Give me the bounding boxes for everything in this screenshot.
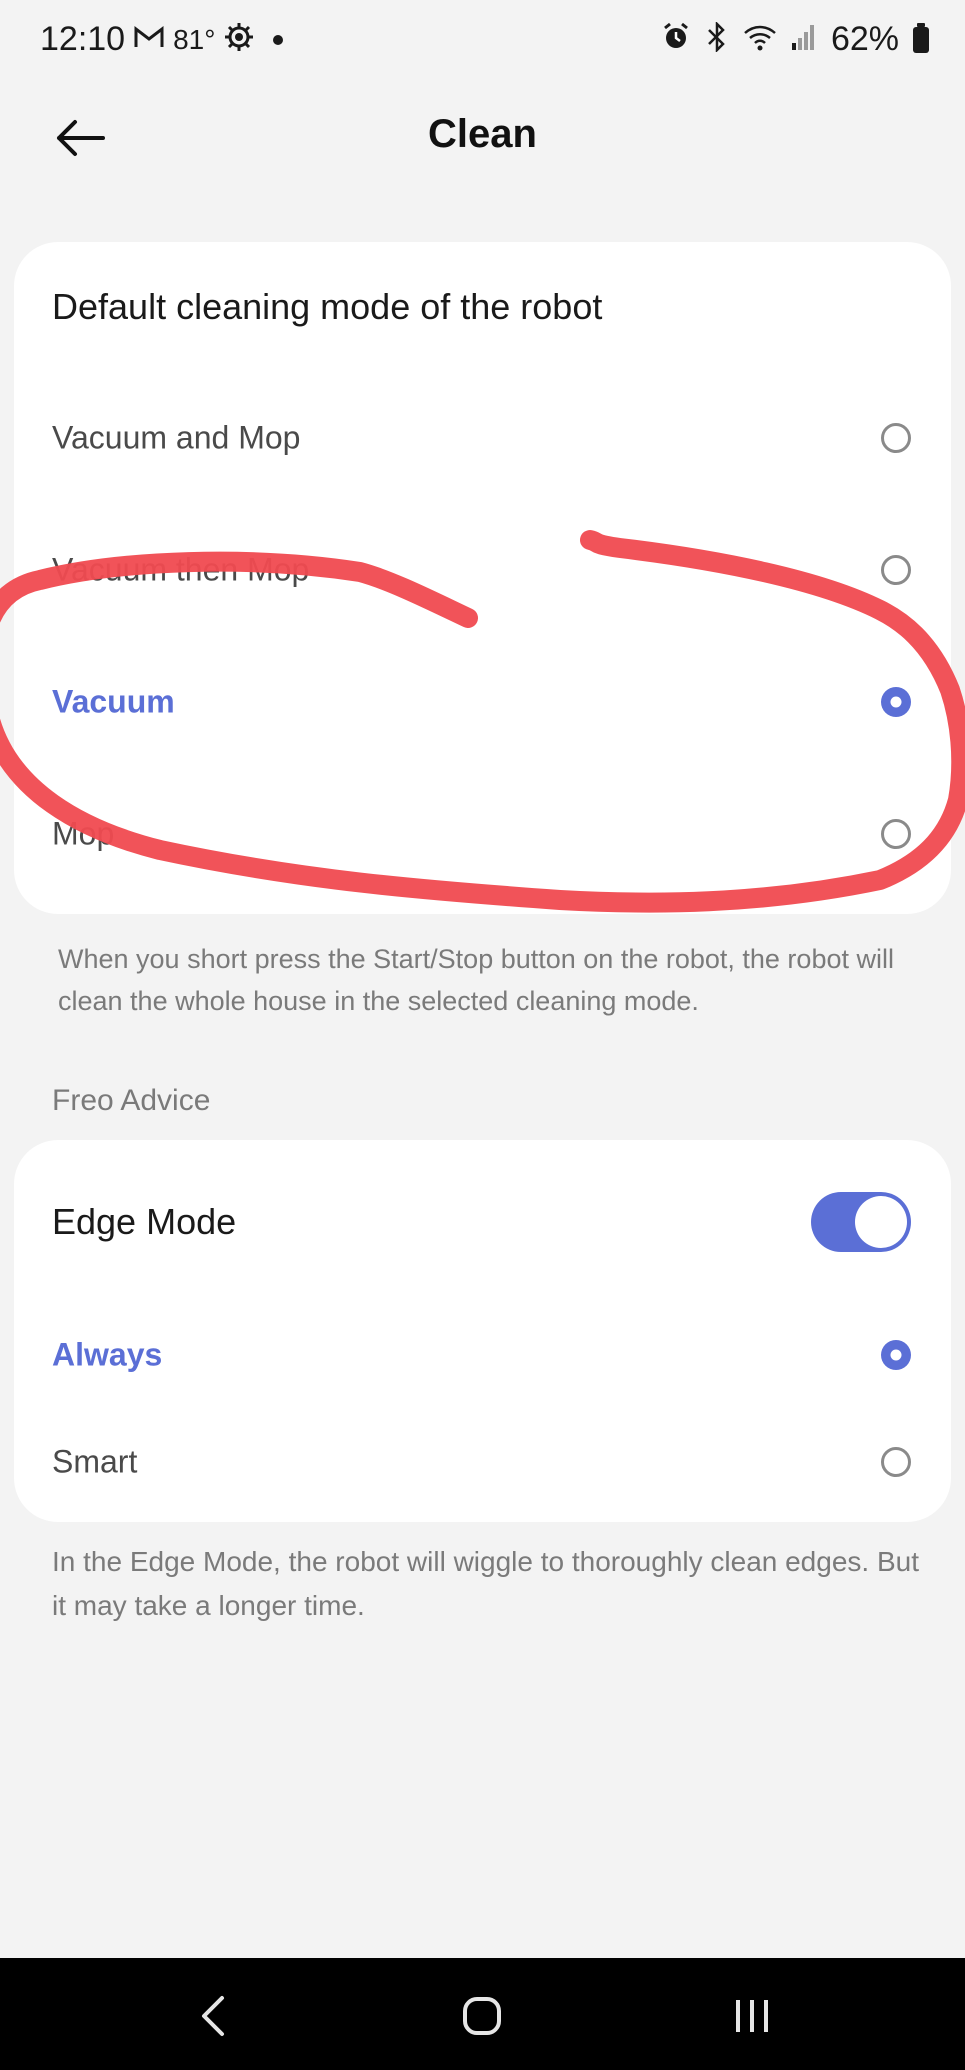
status-battery: 62% [830, 20, 899, 58]
option-label: Vacuum and Mop [52, 419, 301, 456]
recents-icon [736, 2000, 768, 2032]
option-label: Vacuum [52, 683, 175, 720]
radio-button[interactable] [881, 423, 911, 453]
bluetooth-icon [705, 20, 729, 58]
toggle-knob [855, 1196, 907, 1248]
cleaning-mode-heading: Default cleaning mode of the robot [52, 286, 603, 327]
radio-button[interactable] [881, 1447, 911, 1477]
option-label: Mop [52, 815, 115, 852]
chevron-left-icon [202, 1996, 224, 2036]
option-mop[interactable]: Mop [14, 784, 951, 884]
radio-button[interactable] [881, 555, 911, 585]
option-smart[interactable]: Smart [14, 1412, 951, 1512]
edge-mode-label: Edge Mode [52, 1201, 237, 1242]
home-icon [463, 1997, 501, 2035]
status-temperature: 81° [173, 23, 216, 55]
radio-button-selected[interactable] [881, 687, 911, 717]
edge-mode-row: Edge Mode [14, 1166, 951, 1278]
cleaning-mode-note: When you short press the Start/Stop butt… [58, 944, 894, 1016]
freo-advice-title: Freo Advice [52, 1084, 211, 1117]
freo-advice-card: Edge Mode Always Smart [14, 1140, 951, 1522]
alarm-icon [661, 22, 691, 58]
status-time: 12:10 [40, 20, 126, 58]
system-nav-bar [0, 1958, 965, 2070]
page-title: Clean [428, 112, 537, 156]
edge-mode-note: In the Edge Mode, the robot will wiggle … [52, 1546, 919, 1621]
gmail-icon [133, 25, 165, 55]
nav-home-button[interactable] [452, 1986, 512, 2046]
header: Clean [0, 86, 965, 186]
gear-icon [223, 21, 255, 59]
option-vacuum-then-mop[interactable]: Vacuum then Mop [14, 520, 951, 620]
option-label: Vacuum then Mop [52, 551, 310, 588]
nav-recents-button[interactable] [722, 1986, 782, 2046]
option-vacuum[interactable]: Vacuum [14, 652, 951, 752]
notification-dot-icon [273, 34, 284, 45]
option-always[interactable]: Always [14, 1300, 951, 1410]
status-right: 62% [661, 20, 929, 59]
edge-mode-toggle[interactable] [811, 1192, 911, 1252]
signal-icon [791, 23, 817, 57]
option-vacuum-and-mop[interactable]: Vacuum and Mop [14, 388, 951, 488]
wifi-icon [743, 23, 777, 57]
radio-button[interactable] [881, 819, 911, 849]
option-label: Always [52, 1336, 163, 1373]
status-left: 12:10 81° [40, 20, 284, 59]
battery-icon [913, 22, 929, 53]
status-bar: 12:10 81° 62% [0, 0, 965, 86]
radio-button-selected[interactable] [881, 1340, 911, 1370]
cleaning-mode-card: Default cleaning mode of the robot Vacuu… [14, 242, 951, 914]
nav-back-button[interactable] [183, 1986, 243, 2046]
option-label: Smart [52, 1443, 138, 1480]
